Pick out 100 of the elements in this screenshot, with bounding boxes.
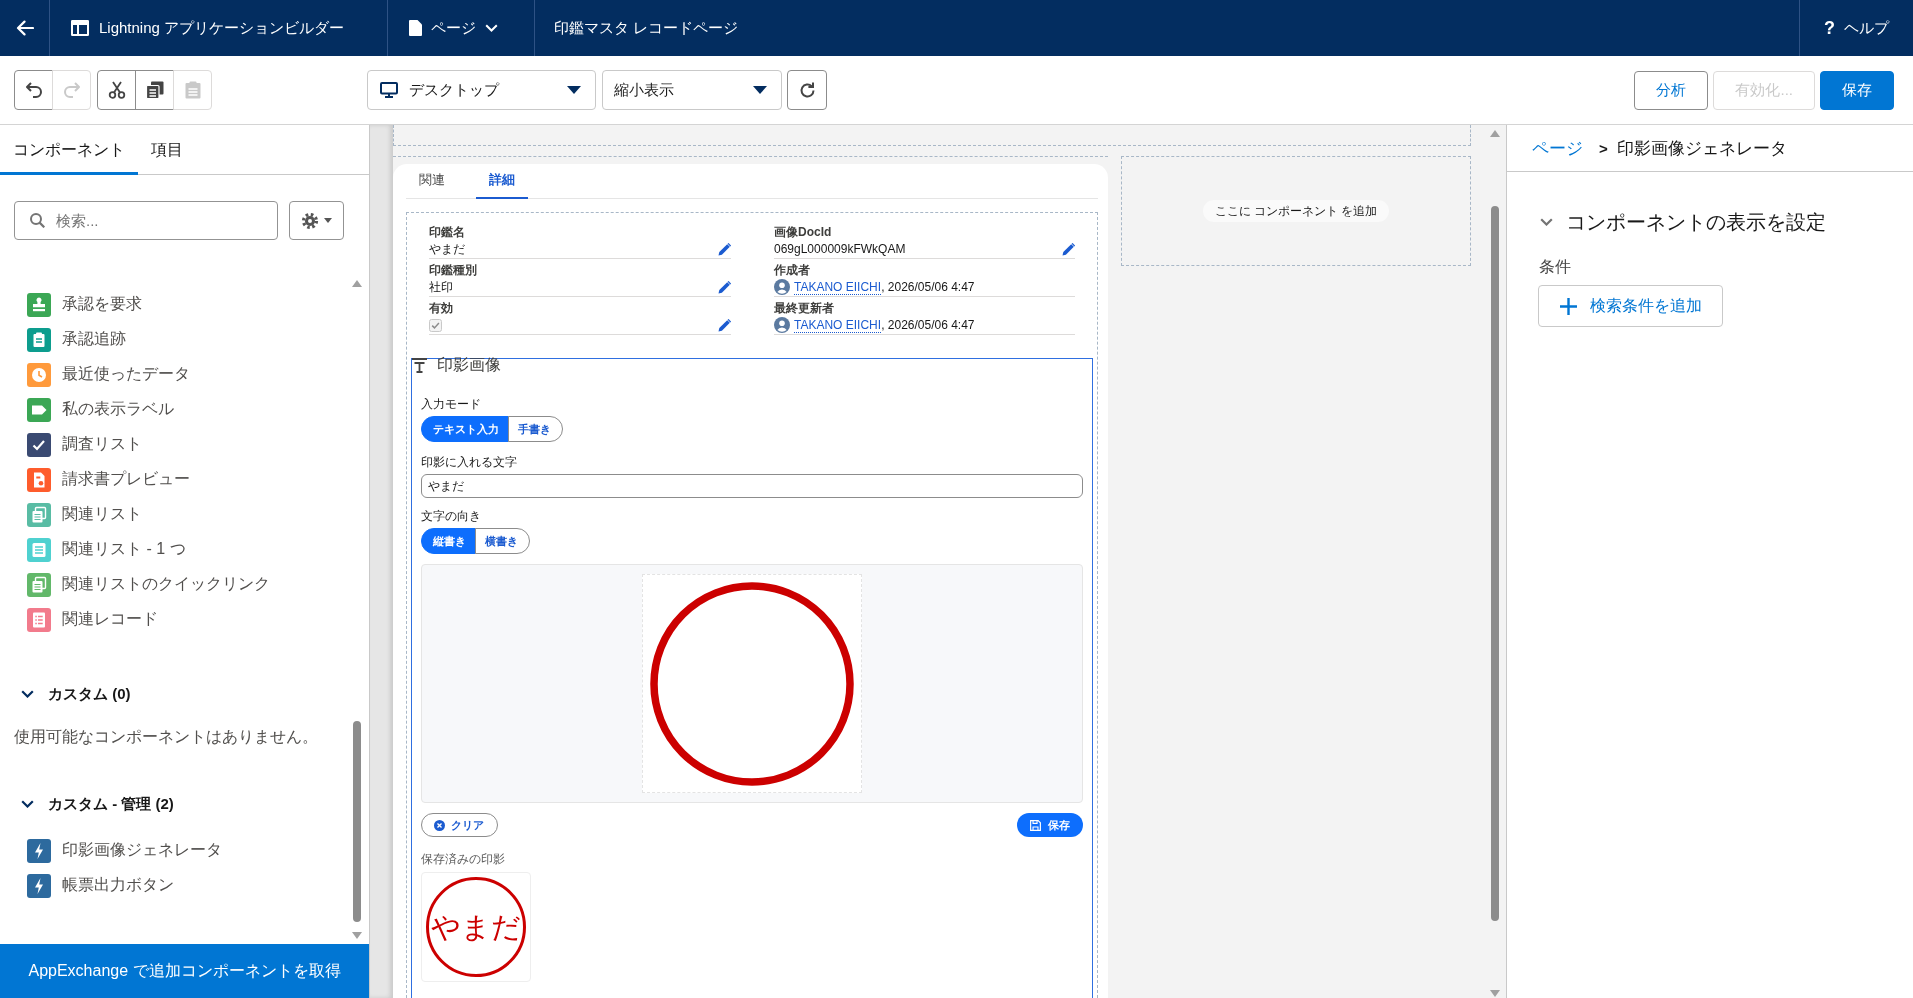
avatar-icon <box>774 317 790 333</box>
component-item[interactable]: 調査リスト <box>27 427 142 462</box>
add-condition-button[interactable]: 検索条件を追加 <box>1538 285 1723 327</box>
save-button[interactable]: 保存 <box>1017 813 1083 837</box>
clear-button[interactable]: クリア <box>421 813 498 837</box>
chevron-down-icon <box>485 24 498 32</box>
section-toggle[interactable]: カスタム - 管理 (2) <box>0 789 174 819</box>
layout-icon <box>71 20 89 36</box>
component-item[interactable]: 関連リスト - 1 つ <box>27 532 186 567</box>
plus-icon <box>1560 297 1577 315</box>
refresh-button[interactable] <box>787 70 827 110</box>
caret-down-icon <box>324 218 332 223</box>
field-value: TAKANO EIICHI, 2026/05/06 4:47 <box>794 280 975 294</box>
zoom-select[interactable]: 縮小表示 <box>602 70 782 110</box>
pencil-icon[interactable] <box>1062 242 1075 256</box>
component-title: 印影画像 <box>437 355 501 375</box>
search-icon <box>30 213 45 228</box>
undo-button[interactable] <box>14 70 53 110</box>
field-label: 最終更新者 <box>774 301 834 316</box>
field-value: 社印 <box>429 278 453 296</box>
empty-message: 使用可能なコンポーネントはありません。 <box>14 727 318 747</box>
field-label: 文字の向き <box>421 509 481 524</box>
component-frame[interactable]: 印影画像 入力モード テキスト入力 手書き 印影に入れる文字 やまだ 文字の向き 縦書き 横書き クリア 保存 保存済みの印影 やまだ <box>411 358 1093 998</box>
field-label: 作成者 <box>774 263 810 278</box>
record-tab[interactable]: 関連 <box>406 164 458 199</box>
component-item[interactable]: 承認追跡 <box>27 322 126 357</box>
conditions-label: 条件 <box>1539 257 1571 277</box>
primary-button[interactable]: 保存 <box>1820 70 1894 110</box>
saved-stamp-tile[interactable]: やまだ <box>421 872 531 982</box>
checkbox[interactable] <box>429 318 442 332</box>
scrollbar-thumb[interactable] <box>1490 206 1499 921</box>
component-item[interactable]: 関連リスト <box>27 497 142 532</box>
monitor-icon <box>380 82 398 98</box>
copy-icon <box>145 81 164 99</box>
breadcrumb-link[interactable]: ページ <box>1532 136 1583 160</box>
component-item[interactable]: 関連リストのクイックリンク <box>27 567 270 602</box>
page-title: 印鑑マスタ レコードページ <box>554 18 739 38</box>
field-value: やまだ <box>429 240 465 258</box>
floppy-disk-icon <box>1030 819 1041 831</box>
toolbar-button[interactable]: 分析 <box>1634 70 1709 110</box>
device-select[interactable]: デスクトップ <box>367 70 596 110</box>
scissors-icon <box>107 81 126 99</box>
field-label: 印鑑名 <box>429 225 465 240</box>
caret-down-icon <box>753 86 767 94</box>
help-icon: ? <box>1824 17 1835 39</box>
section-toggle[interactable]: カスタム (0) <box>0 679 131 709</box>
caret-down-icon <box>567 86 581 94</box>
breadcrumb-separator: > <box>1599 139 1608 157</box>
segment-button[interactable]: テキスト入力 <box>421 416 509 442</box>
field-label: 印影に入れる文字 <box>421 455 517 470</box>
scrollbar-thumb[interactable] <box>353 721 361 922</box>
redo-icon <box>62 81 81 99</box>
field-value: TAKANO EIICHI, 2026/05/06 4:47 <box>794 318 975 332</box>
drop-zone-hint: ここに コンポーネント を追加 <box>1202 200 1390 222</box>
panel-tab[interactable]: 項目 <box>138 125 196 175</box>
clear-icon <box>434 819 445 831</box>
segment-button[interactable]: 手書き <box>508 416 563 442</box>
stamp-text: やまだ <box>431 912 521 942</box>
pencil-icon[interactable] <box>718 242 731 256</box>
component-item[interactable]: 承認を要求 <box>27 287 142 322</box>
segment-button[interactable]: 横書き <box>475 528 530 554</box>
field-label: 有効 <box>429 301 453 316</box>
section-toggle[interactable]: コンポーネントの表示を設定 <box>1507 209 1826 235</box>
back-arrow-icon <box>15 20 34 36</box>
help-button[interactable]: ? ヘルプ <box>1824 8 1889 48</box>
undo-icon <box>24 81 43 99</box>
component-item[interactable]: 帳票出力ボタン <box>27 868 174 903</box>
copy-button[interactable] <box>135 70 174 110</box>
component-item[interactable]: 関連レコード <box>27 602 158 637</box>
clipboard-icon <box>184 81 201 99</box>
user-link[interactable]: TAKANO EIICHI <box>794 318 882 333</box>
field-label: 印鑑種別 <box>429 263 477 278</box>
component-item[interactable]: 私の表示ラベル <box>27 392 174 427</box>
bolt-icon <box>27 873 51 898</box>
field-value: 069gL000009kFWkQAM <box>774 242 906 256</box>
settings-button[interactable] <box>289 201 344 240</box>
scissors-button[interactable] <box>97 70 136 110</box>
section-label: 保存済みの印影 <box>421 851 505 867</box>
breadcrumb-current: 印影画像ジェネレータ <box>1616 137 1787 160</box>
component-item[interactable]: 印影画像ジェネレータ <box>27 833 222 868</box>
bolt-icon <box>27 838 51 863</box>
refresh-icon <box>798 81 816 99</box>
search-field[interactable]: 検索... <box>14 201 278 240</box>
record-tab[interactable]: 詳細 <box>476 164 528 199</box>
scroll-up-icon[interactable] <box>352 280 362 287</box>
appexchange-link[interactable]: AppExchange で追加コンポーネントを取得 <box>0 944 369 998</box>
user-link[interactable]: TAKANO EIICHI <box>794 280 882 295</box>
field-label: 画像DocId <box>774 225 832 240</box>
component-item[interactable]: 請求書プレビュー <box>27 462 190 497</box>
scroll-down-icon[interactable] <box>352 932 362 939</box>
segment-button[interactable]: 縦書き <box>421 528 476 554</box>
panel-tab[interactable]: コンポーネント <box>0 125 138 175</box>
avatar-icon <box>774 279 790 295</box>
pencil-icon[interactable] <box>718 280 731 294</box>
app-name: Lightning アプリケーションビルダー <box>99 18 345 38</box>
page-menu-button[interactable]: ページ <box>409 8 498 48</box>
text-input[interactable]: やまだ <box>421 474 1083 498</box>
pencil-icon[interactable] <box>718 318 731 332</box>
drag-handle-icon[interactable] <box>412 357 427 373</box>
component-item[interactable]: 最近使ったデータ <box>27 357 190 392</box>
